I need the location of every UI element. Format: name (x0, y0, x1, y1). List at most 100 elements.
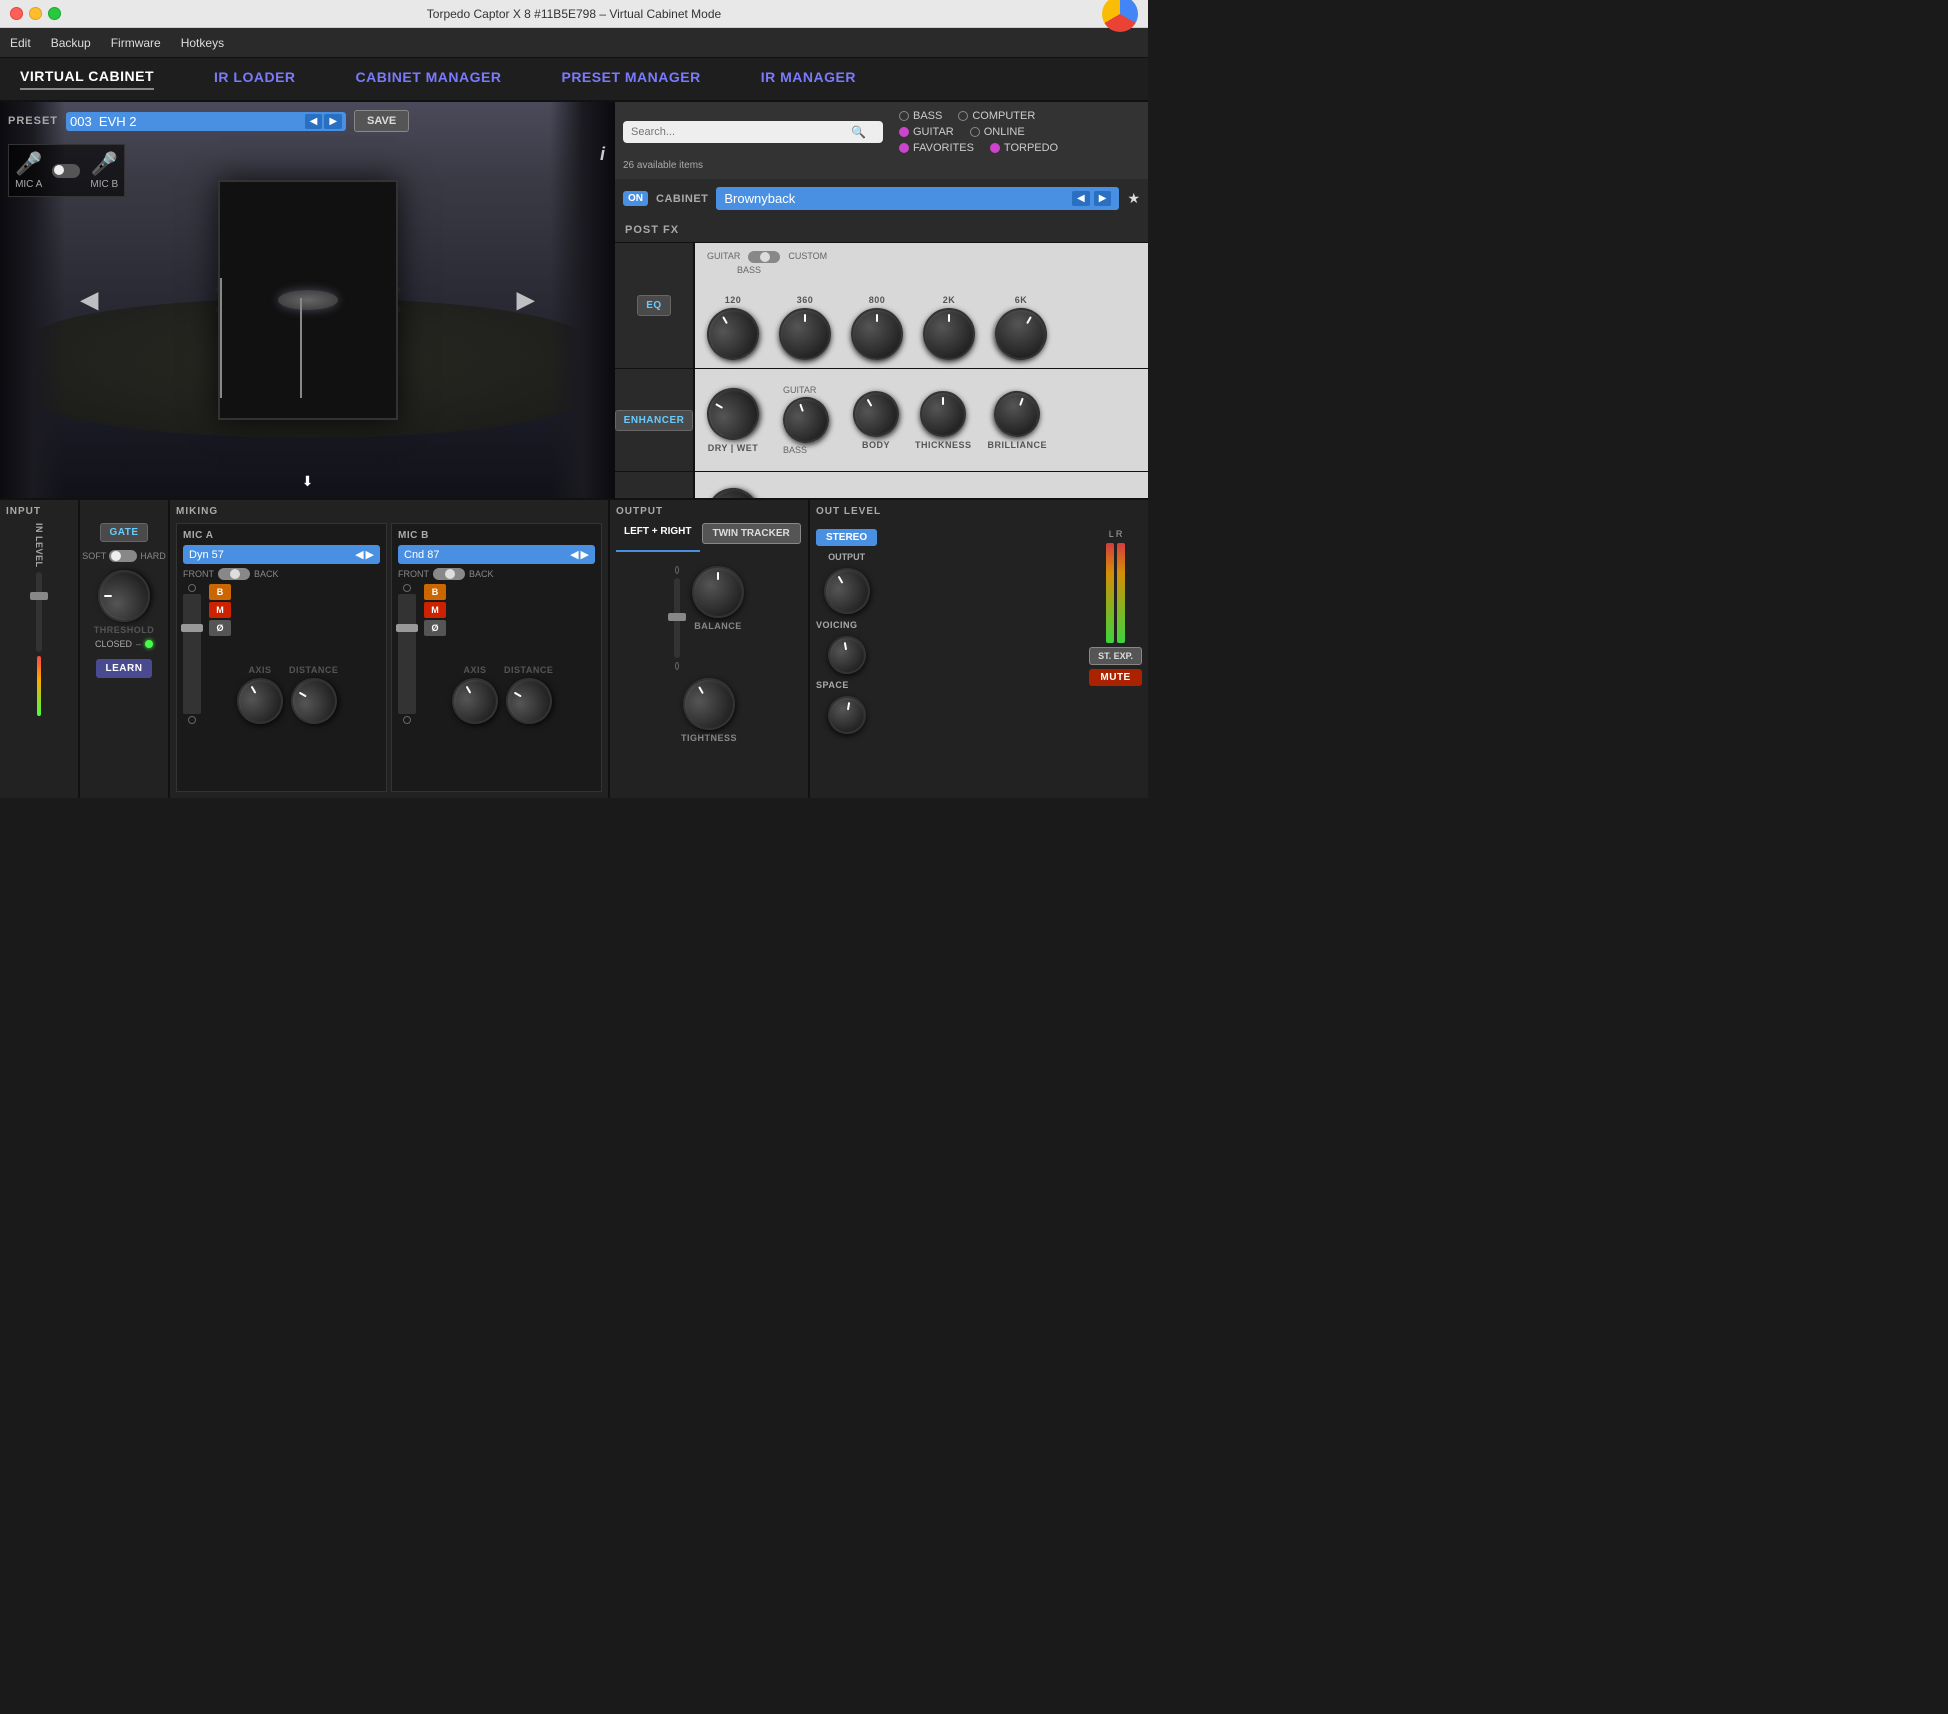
st-exp-button[interactable]: ST. EXP. (1089, 647, 1142, 665)
mic-a-axis-dial[interactable] (229, 670, 292, 733)
eq-knob-2k-dial[interactable] (923, 308, 975, 360)
enhancer-brilliance-label: BRILLIANCE (988, 440, 1048, 450)
gate-button[interactable]: GATE (100, 523, 147, 542)
mic-a-prev[interactable]: ◀ (355, 548, 363, 561)
eq-switch[interactable] (748, 251, 780, 263)
outlevel-controls: STEREO OUTPUT VOICING SPACE (816, 529, 877, 734)
enhancer-row: DRY | WET GUITAR BASS BODY (707, 377, 1136, 463)
enhancer-guitar-dial[interactable] (777, 391, 836, 450)
mic-a-select[interactable]: Dyn 57 ◀ ▶ (183, 545, 380, 564)
eq-label-360: 360 (797, 295, 814, 305)
eq-knob-360-dial[interactable] (779, 308, 831, 360)
enhancer-guitar-label: GUITAR (783, 385, 829, 395)
bass-label: BASS (913, 110, 942, 122)
enhancer-thickness-dial[interactable] (920, 391, 966, 437)
on-badge[interactable]: ON (623, 191, 648, 206)
mic-b-prev[interactable]: ◀ (570, 548, 578, 561)
eq-knob-120-dial[interactable] (697, 298, 768, 369)
mic-b-distance-dial[interactable] (497, 670, 560, 733)
mic-b-switch-thumb (445, 569, 455, 579)
enhancer-drywet-dial[interactable] (697, 378, 768, 449)
output-header: OUTPUT (616, 506, 802, 517)
mic-a-front-back-switch[interactable] (218, 568, 250, 580)
menu-backup[interactable]: Backup (51, 36, 91, 50)
eq-button[interactable]: EQ (637, 295, 670, 316)
preset-input[interactable] (70, 114, 305, 129)
filter-guitar[interactable]: GUITAR (899, 126, 954, 138)
filter-favorites[interactable]: FAVORITES (899, 142, 974, 154)
reverb-drywet-dial[interactable] (697, 478, 768, 498)
mic-b-next[interactable]: ▶ (581, 548, 589, 561)
filter-online[interactable]: ONLINE (970, 126, 1025, 138)
cabinet-prev-arrow[interactable]: ◀ (80, 286, 98, 315)
mic-down-button[interactable]: ⬇ (302, 473, 314, 490)
mic-b-b-button[interactable]: B (424, 584, 446, 600)
mic-stand-a (220, 278, 222, 398)
cabinet-prev-button[interactable]: ◀ (1072, 191, 1090, 206)
enhancer-body-dial[interactable] (845, 382, 908, 445)
titlebar: Torpedo Captor X 8 #11B5E798 – Virtual C… (0, 0, 1148, 28)
filter-bass[interactable]: BASS (899, 110, 942, 122)
filter-computer[interactable]: COMPUTER (958, 110, 1035, 122)
tightness-dial[interactable] (673, 668, 744, 739)
balance-dial[interactable] (692, 566, 744, 618)
preset-bar: PRESET ◀ ▶ SAVE (8, 110, 409, 132)
mic-a-m-button[interactable]: M (209, 602, 231, 618)
favorite-star[interactable]: ★ (1127, 190, 1140, 207)
mic-a-b-button[interactable]: B (209, 584, 231, 600)
mic-a-next[interactable]: ▶ (366, 548, 374, 561)
eq-knob-800-dial[interactable] (851, 308, 903, 360)
gate-toggle-thumb (111, 551, 121, 561)
mic-a-fader-thumb[interactable] (181, 624, 203, 632)
mic-a-bmz-buttons: B M Ø (209, 584, 231, 724)
tab-virtual-cabinet[interactable]: VIRTUAL CABINET (20, 68, 154, 90)
mic-b-axis-dial[interactable] (444, 670, 507, 733)
cabinet-box (218, 180, 398, 420)
twin-tracker-button[interactable]: TWIN TRACKER (702, 523, 801, 544)
mic-b-fader-thumb[interactable] (396, 624, 418, 632)
search-input[interactable] (631, 126, 851, 138)
in-level-fader-thumb[interactable] (30, 592, 48, 600)
enhancer-button[interactable]: ENHANCER (615, 410, 693, 431)
balance-fader-thumb[interactable] (668, 613, 686, 621)
save-button[interactable]: SAVE (354, 110, 409, 132)
mute-button[interactable]: MUTE (1089, 669, 1142, 686)
filter-grid: BASS COMPUTER GUITAR (899, 110, 1058, 154)
tab-ir-manager[interactable]: IR MANAGER (761, 69, 856, 89)
mic-b-select[interactable]: Cnd 87 ◀ ▶ (398, 545, 595, 564)
enhancer-body: BODY (853, 391, 899, 450)
menu-firmware[interactable]: Firmware (111, 36, 161, 50)
mic-b-phase-button[interactable]: Ø (424, 620, 446, 636)
tab-ir-loader[interactable]: IR LOADER (214, 69, 296, 89)
mic-a-front-back: FRONT BACK (183, 568, 380, 580)
threshold-dial[interactable] (98, 570, 150, 622)
enhancer-brilliance-dial[interactable] (988, 384, 1047, 443)
close-button[interactable] (10, 7, 23, 20)
mic-a-distance-dial[interactable] (282, 670, 345, 733)
mic-b-m-button[interactable]: M (424, 602, 446, 618)
minimize-button[interactable] (29, 7, 42, 20)
preset-next-button[interactable]: ▶ (324, 114, 342, 129)
mic-b-front-back-switch[interactable] (433, 568, 465, 580)
maximize-button[interactable] (48, 7, 61, 20)
mic-a-phase-button[interactable]: Ø (209, 620, 231, 636)
learn-button[interactable]: LEARN (96, 659, 153, 678)
tab-preset-manager[interactable]: PRESET MANAGER (561, 69, 700, 89)
gate-toggle[interactable] (109, 550, 137, 562)
voicing-dial[interactable] (825, 633, 869, 677)
preset-prev-button[interactable]: ◀ (305, 114, 323, 129)
menu-hotkeys[interactable]: Hotkeys (181, 36, 224, 50)
cabinet-next-button[interactable]: ▶ (1094, 191, 1112, 206)
cabinet-next-arrow[interactable]: ▶ (517, 286, 535, 315)
menu-edit[interactable]: Edit (10, 36, 31, 50)
tab-cabinet-manager[interactable]: CABINET MANAGER (356, 69, 502, 89)
filter-torpedo[interactable]: TORPEDO (990, 142, 1058, 154)
stereo-button[interactable]: STEREO (816, 529, 877, 546)
space-dial[interactable] (825, 693, 869, 737)
search-box: 🔍 (623, 121, 883, 143)
eq-knob-6k-dial[interactable] (985, 298, 1056, 369)
output-level-dial[interactable] (815, 560, 878, 623)
info-button[interactable]: i (600, 144, 605, 165)
tab-left-right[interactable]: LEFT + RIGHT (616, 523, 700, 552)
mic-toggle[interactable] (52, 164, 80, 178)
